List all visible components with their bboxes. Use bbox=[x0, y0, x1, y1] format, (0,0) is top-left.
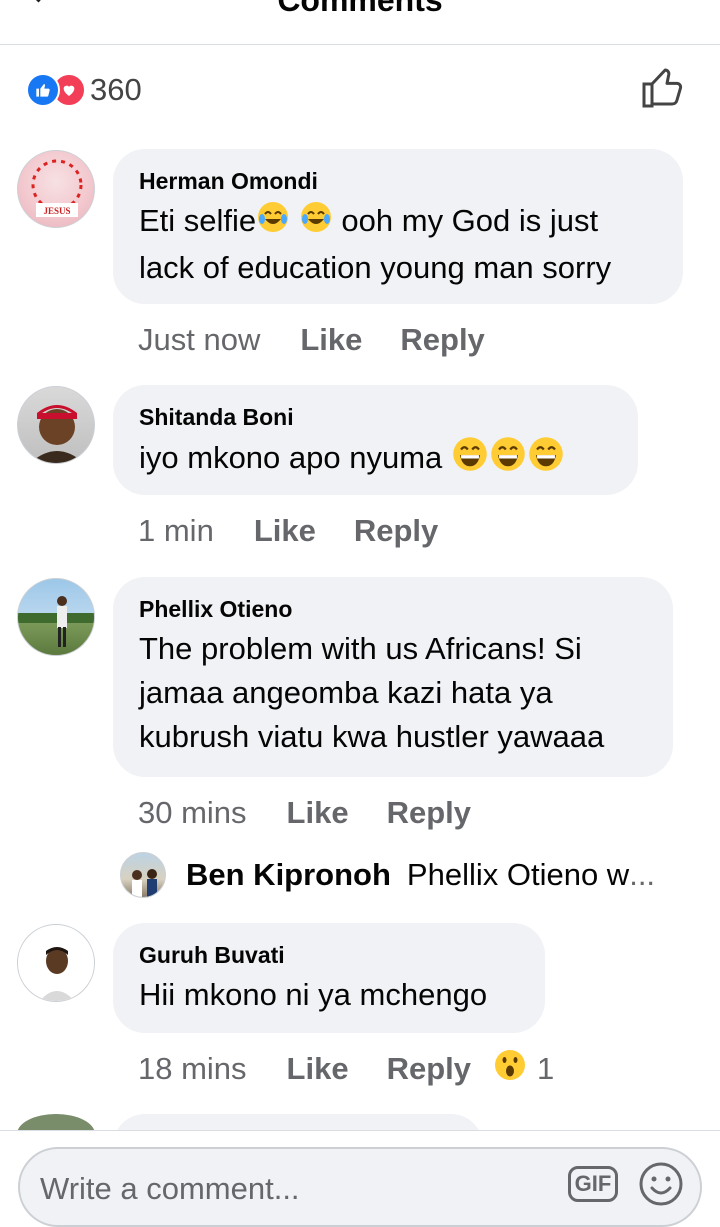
comment-composer[interactable]: GIF bbox=[18, 1147, 702, 1227]
comment-actions: 18 mins Like Reply 1 bbox=[138, 1047, 554, 1091]
reply-preview[interactable]: Ben Kipronoh Phellix Otieno w... bbox=[120, 850, 655, 900]
page-title: Comments bbox=[277, 0, 443, 18]
comment-author[interactable]: Shitanda Boni bbox=[139, 403, 612, 431]
comment-actions: Just now Like Reply bbox=[138, 318, 523, 362]
like-button[interactable]: Like bbox=[287, 795, 349, 831]
comment-time: Just now bbox=[138, 322, 261, 357]
avatar[interactable] bbox=[17, 578, 95, 656]
grinning-emoji bbox=[527, 435, 565, 485]
emoji-picker-icon[interactable] bbox=[638, 1161, 684, 1212]
comment-text-part: Eti selfie bbox=[139, 203, 257, 238]
gif-button[interactable]: GIF bbox=[568, 1166, 618, 1202]
top-bar: Comments bbox=[0, 0, 720, 45]
reaction-summary[interactable]: 360 bbox=[26, 68, 142, 112]
comment-bubble[interactable]: Phellix Otieno The problem with us Afric… bbox=[113, 577, 673, 777]
reply-ellipsis: ... bbox=[629, 857, 656, 892]
comment-bubble[interactable]: Herman Omondi Eti selfie ooh my God is j… bbox=[113, 149, 683, 304]
avatar[interactable] bbox=[17, 386, 95, 464]
reply-text: Phellix Otieno w bbox=[406, 857, 630, 892]
tears-of-joy-emoji bbox=[299, 200, 333, 246]
reply-author[interactable]: Ben Kipronoh bbox=[186, 857, 391, 893]
reply-button[interactable]: Reply bbox=[387, 795, 471, 831]
comment-author[interactable]: Phellix Otieno bbox=[139, 595, 647, 623]
avatar[interactable] bbox=[120, 852, 166, 898]
svg-text:JESUS: JESUS bbox=[43, 206, 70, 216]
comment-text: iyo mkono apo nyuma bbox=[139, 435, 612, 485]
comment-time: 1 min bbox=[138, 513, 214, 548]
like-button[interactable]: Like bbox=[287, 1051, 349, 1087]
comment-time: 18 mins bbox=[138, 1051, 247, 1086]
comment-composer-bar: GIF bbox=[0, 1130, 720, 1227]
grinning-emoji bbox=[451, 435, 489, 485]
like-post-icon[interactable] bbox=[640, 66, 686, 110]
like-button[interactable]: Like bbox=[300, 322, 362, 358]
reply-button[interactable]: Reply bbox=[400, 322, 484, 358]
comment-author[interactable]: Herman Omondi bbox=[139, 167, 657, 195]
comment-bubble[interactable]: Shitanda Boni iyo mkono apo nyuma bbox=[113, 385, 638, 495]
comment-actions: 30 mins Like Reply bbox=[138, 791, 509, 835]
comment-author[interactable]: Guruh Buvati bbox=[139, 941, 519, 969]
reply-button[interactable]: Reply bbox=[354, 513, 438, 549]
wow-emoji[interactable] bbox=[493, 1048, 527, 1090]
comment-actions: 1 min Like Reply bbox=[138, 509, 476, 553]
avatar[interactable]: JESUS bbox=[17, 150, 95, 228]
reply-button[interactable]: Reply bbox=[387, 1051, 471, 1087]
comment-text: The problem with us Africans! Si jamaa a… bbox=[139, 631, 605, 754]
like-button[interactable]: Like bbox=[254, 513, 316, 549]
avatar[interactable] bbox=[17, 924, 95, 1002]
reaction-count: 360 bbox=[90, 72, 142, 107]
tears-of-joy-emoji bbox=[256, 200, 290, 246]
comment-bubble[interactable]: Guruh Buvati Hii mkono ni ya mchengo bbox=[113, 923, 545, 1033]
comment-text: Eti selfie ooh my God is just lack of ed… bbox=[139, 199, 657, 290]
reaction-count: 1 bbox=[537, 1051, 555, 1086]
grinning-emoji bbox=[489, 435, 527, 485]
comment-text-part: iyo mkono apo nyuma bbox=[139, 440, 443, 476]
like-reaction-icon bbox=[26, 73, 60, 107]
comment-text: Hii mkono ni ya mchengo bbox=[139, 977, 488, 1012]
comment-time: 30 mins bbox=[138, 795, 247, 830]
comment-input[interactable] bbox=[40, 1171, 540, 1207]
